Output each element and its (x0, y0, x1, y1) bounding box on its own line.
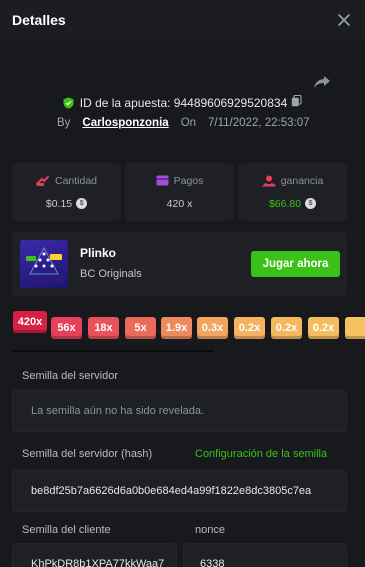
nonce-label: nonce (195, 524, 225, 536)
client-seed-field[interactable]: KhPkDR8b1XPA77kkWaa7 (12, 543, 177, 567)
nonce-field[interactable]: 6338 (183, 543, 347, 567)
game-card: Plinko BC Originals Jugar ahora (12, 232, 347, 296)
multiplier-scrollbar[interactable] (12, 350, 214, 352)
multiplier-chip: 0.2x (234, 317, 265, 339)
stat-amount-value: $0.15 (45, 197, 73, 210)
details-header: Detalles (0, 0, 365, 40)
multiplier-chip-partial (345, 317, 365, 339)
multiplier-chip: 5x (125, 317, 156, 339)
server-seed-value: La semilla aún no ha sido revelada. (31, 405, 205, 417)
server-seed-field: La semilla aún no ha sido revelada. (12, 390, 347, 432)
coin-icon: $ (305, 198, 317, 209)
multiplier-row: 420x 56x 18x 5x 1.9x 0.3x 0.2x 0.2x 0.2x (0, 309, 365, 349)
coin-icon: $ (76, 198, 88, 209)
stat-profit-value: $66.80 (268, 197, 302, 210)
on-label: On (180, 117, 197, 129)
stat-profit-label: ganancia (280, 174, 324, 187)
play-now-button[interactable]: Jugar ahora (251, 251, 340, 277)
server-hash-field[interactable]: be8df25b7a6626d6a0b0e684ed4a99f1822e8dc3… (12, 470, 347, 512)
stat-profit: ganancia $66.80 $ (238, 163, 347, 221)
money-icon (35, 175, 49, 186)
bet-author-row: By Carlosponzonia On 7/11/2022, 22:53:07 (57, 117, 310, 129)
close-button[interactable] (335, 11, 353, 29)
multiplier-chip: 0.3x (197, 317, 228, 339)
username-link[interactable]: Carlosponzonia (82, 117, 168, 129)
stat-payout-label: Pagos (173, 174, 204, 187)
stat-amount: Cantidad $0.15 $ (12, 163, 121, 221)
bet-date: 7/11/2022, 22:53:07 (208, 117, 310, 129)
client-seed-label: Semilla del cliente (22, 524, 111, 536)
client-seed-value: KhPkDR8b1XPA77kkWaa7 (31, 558, 165, 567)
bet-id: ID de la apuesta: 94489606929520834 (79, 95, 288, 110)
copy-button[interactable] (291, 94, 302, 110)
share-icon (314, 76, 330, 88)
game-thumbnail (20, 240, 68, 288)
server-hash-value: be8df25b7a6626d6a0b0e684ed4a99f1822e8dc3… (31, 485, 312, 497)
shield-check-icon (63, 97, 74, 109)
copy-icon (292, 94, 302, 107)
seed-settings-link[interactable]: Configuración de la semilla (195, 448, 327, 460)
game-provider: BC Originals (80, 268, 142, 280)
page-title: Detalles (12, 12, 66, 28)
stat-payout-value: 420 x (166, 197, 193, 210)
bet-id-row: ID de la apuesta: 94489606929520834 (0, 94, 365, 110)
payout-icon (262, 175, 276, 186)
multiplier-chip: 0.2x (308, 317, 339, 339)
by-label: By (57, 117, 71, 129)
nonce-value: 6338 (200, 558, 225, 567)
close-icon (338, 14, 350, 26)
server-seed-label: Semilla del servidor (22, 370, 118, 382)
card-icon (156, 175, 169, 186)
multiplier-chip: 56x (51, 317, 82, 339)
bet-stats: Cantidad $0.15 $ Pagos 420 x ganancia $6… (12, 163, 347, 221)
multiplier-chip: 18x (88, 317, 119, 339)
server-hash-label: Semilla del servidor (hash) (22, 448, 153, 460)
plinko-logo-icon (24, 246, 64, 284)
stat-payout: Pagos 420 x (125, 163, 234, 221)
share-button[interactable] (312, 72, 332, 92)
game-name: Plinko (80, 246, 117, 260)
multiplier-chip: 420x (13, 311, 47, 333)
multiplier-chip: 1.9x (161, 317, 192, 339)
stat-amount-label: Cantidad (54, 174, 98, 187)
multiplier-chip: 0.2x (271, 317, 302, 339)
